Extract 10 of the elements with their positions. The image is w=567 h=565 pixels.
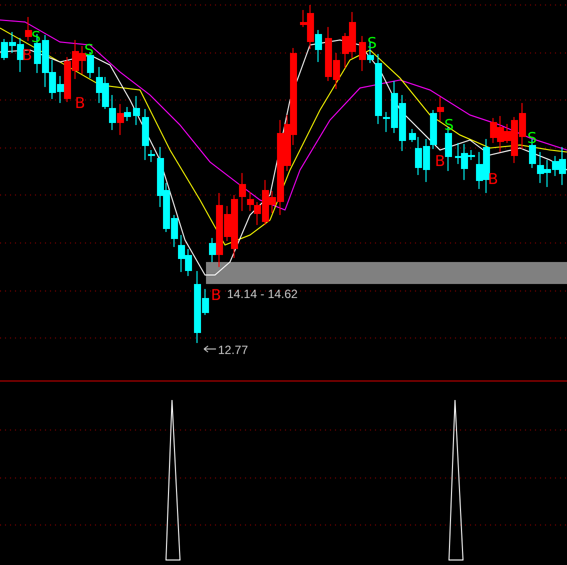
candlestick	[133, 96, 140, 126]
buy-signal: B	[434, 152, 446, 170]
buy-signal: B	[210, 286, 222, 304]
sell-signal: S	[84, 41, 94, 59]
buy-signal: B	[74, 94, 86, 112]
arrow-icon	[204, 346, 216, 352]
low-price-label: 12.77	[218, 343, 248, 357]
sell-signal: S	[367, 34, 377, 52]
buy-signal: B	[488, 170, 498, 188]
price-range-label: 14.14 - 14.62	[227, 287, 298, 301]
